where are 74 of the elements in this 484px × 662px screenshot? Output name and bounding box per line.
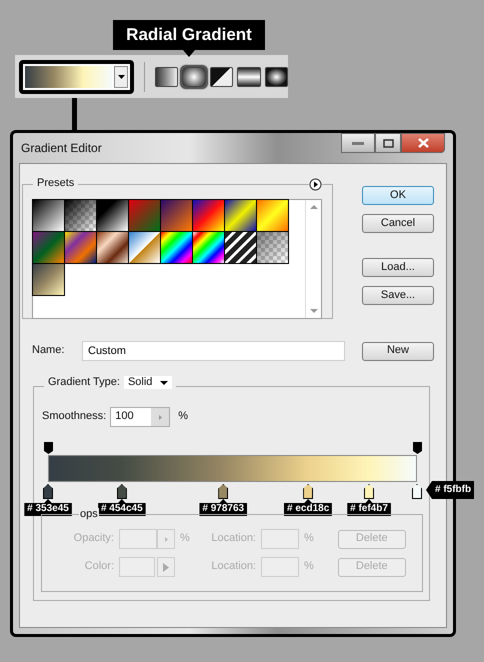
color-callout: # ecd18c xyxy=(284,499,332,516)
name-field[interactable]: Custom xyxy=(82,341,345,361)
type-label: Gradient Type: xyxy=(48,376,120,390)
minimize-button[interactable] xyxy=(341,133,375,153)
window-title: Gradient Editor xyxy=(21,140,102,156)
preset-swatch[interactable] xyxy=(64,199,97,232)
preset-swatch[interactable] xyxy=(32,199,65,232)
color-stop[interactable] xyxy=(303,484,314,499)
close-button[interactable] xyxy=(401,133,445,153)
gradient-picker[interactable] xyxy=(19,60,134,94)
color-callout: # fef4b7 xyxy=(347,499,391,516)
opacity-stop[interactable] xyxy=(413,442,422,454)
scroll-bar[interactable] xyxy=(305,200,321,318)
preset-swatch[interactable] xyxy=(96,231,129,264)
minimize-icon xyxy=(352,142,364,144)
preset-swatch[interactable] xyxy=(32,263,65,296)
type-dropdown[interactable]: Solid xyxy=(124,376,172,390)
new-button[interactable]: New xyxy=(362,342,434,360)
dialog-button[interactable]: Save... xyxy=(362,286,434,305)
color-field[interactable] xyxy=(119,557,155,577)
preset-swatch[interactable] xyxy=(128,199,161,232)
field-label: Location: xyxy=(210,560,256,574)
preset-swatch[interactable] xyxy=(64,231,97,264)
name-label: Name: xyxy=(32,344,66,358)
preset-swatch[interactable] xyxy=(96,199,129,232)
gradient-style-button[interactable] xyxy=(155,66,178,86)
dialog-button[interactable]: Load... xyxy=(362,258,434,277)
scroll-down-icon[interactable] xyxy=(310,309,318,313)
color-stop[interactable] xyxy=(412,484,422,499)
location-field[interactable] xyxy=(261,529,299,549)
unit-label: % xyxy=(304,560,314,574)
preset-swatch[interactable] xyxy=(256,199,289,232)
tooltip: Radial Gradient xyxy=(113,20,265,57)
color-callout: # 454c45 xyxy=(98,499,146,516)
preset-swatch[interactable] xyxy=(160,231,193,264)
opacity-field[interactable] xyxy=(119,529,157,549)
location-field[interactable] xyxy=(261,557,299,577)
color-stop[interactable] xyxy=(364,484,374,499)
menu-arrow-icon[interactable] xyxy=(309,178,322,191)
color-callout: # 978763 xyxy=(199,499,248,516)
caret-icon[interactable] xyxy=(118,74,125,78)
preset-swatch[interactable] xyxy=(160,199,193,232)
color-callout: # f5fbfb xyxy=(426,481,474,499)
color-stop[interactable] xyxy=(218,484,228,499)
color-stop[interactable] xyxy=(43,484,53,499)
close-icon xyxy=(418,138,428,148)
unit-label: % xyxy=(180,532,191,546)
gradient-style-button[interactable] xyxy=(210,66,234,86)
preset-swatch[interactable] xyxy=(128,231,161,264)
preset-swatch[interactable] xyxy=(256,231,289,264)
group-label: ops xyxy=(79,508,99,522)
field-label: Opacity: xyxy=(72,532,114,546)
unit-label: % xyxy=(178,410,188,424)
smoothness-field[interactable]: 100 xyxy=(110,407,170,427)
field-label: Color: xyxy=(84,560,114,574)
opacity-stop[interactable] xyxy=(44,442,53,454)
preset-swatch[interactable] xyxy=(224,231,257,264)
smoothness-label: Smoothness: xyxy=(42,410,106,424)
field-label: Location: xyxy=(210,532,256,546)
dialog-button[interactable]: OK xyxy=(362,186,434,205)
preset-swatch[interactable] xyxy=(192,231,225,264)
gradient-style-button[interactable] xyxy=(264,66,288,86)
gradient-style-button[interactable] xyxy=(237,66,261,86)
preset-swatch[interactable] xyxy=(192,199,225,232)
preset-swatch[interactable] xyxy=(32,231,65,264)
color-callout: # 353e45 xyxy=(24,499,72,516)
dialog-button[interactable]: Cancel xyxy=(362,214,434,233)
unit-label: % xyxy=(304,532,314,546)
color-stop[interactable] xyxy=(116,484,127,499)
maximize-icon xyxy=(382,138,394,148)
preset-swatch[interactable] xyxy=(224,199,257,232)
caret-icon xyxy=(160,380,168,385)
scroll-up-icon[interactable] xyxy=(310,205,318,209)
maximize-button[interactable] xyxy=(375,133,401,153)
